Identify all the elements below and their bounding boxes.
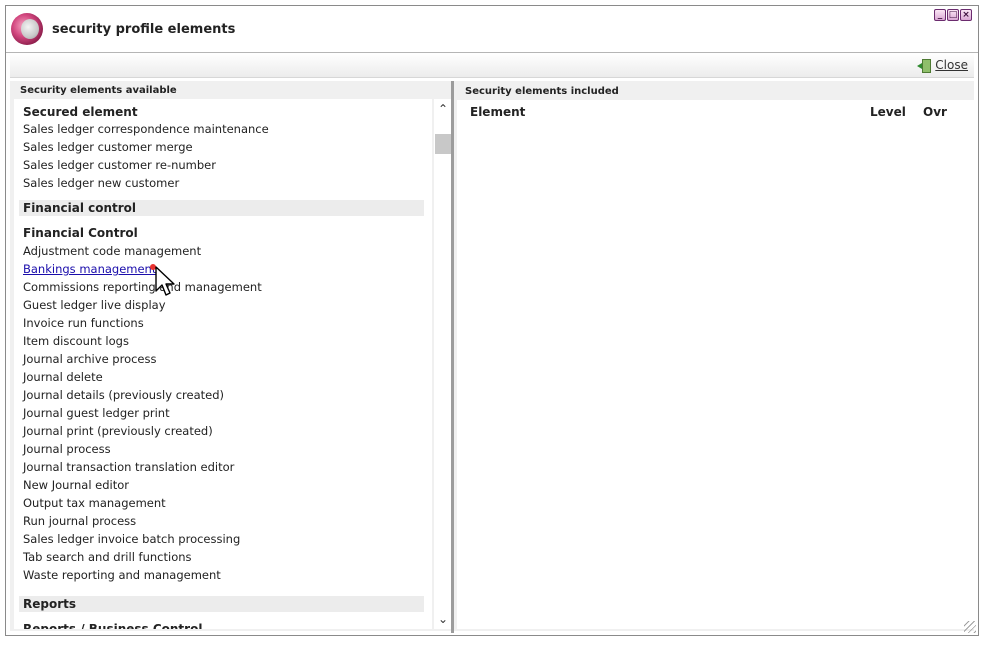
close-button-label: Close — [935, 58, 968, 72]
available-elements-pane: Security elements available Secured elem… — [10, 81, 452, 631]
cursor-highlight-dot — [150, 264, 156, 270]
list-item[interactable]: Journal delete — [23, 370, 103, 384]
list-item[interactable]: Sales ledger new customer — [23, 176, 179, 190]
title-bar: security profile elements _ □ × — [6, 6, 978, 53]
toolbar: Close — [10, 53, 974, 78]
list-item[interactable]: Journal guest ledger print — [23, 406, 170, 420]
minimize-icon[interactable]: _ — [934, 9, 946, 21]
list-item[interactable]: Output tax management — [23, 496, 166, 510]
list-item[interactable]: Commissions reporting and management — [23, 280, 262, 294]
group-header-label: Reports — [23, 597, 77, 611]
list-item[interactable]: Waste reporting and management — [23, 568, 221, 582]
list-item[interactable]: Sales ledger customer merge — [23, 140, 193, 154]
resize-grip-icon[interactable] — [964, 621, 976, 633]
column-header-element[interactable]: Element — [470, 105, 525, 119]
group-header: Reports — [19, 596, 424, 612]
list-item[interactable]: Invoice run functions — [23, 316, 144, 330]
list-item[interactable]: Sales ledger customer re-number — [23, 158, 216, 172]
close-button[interactable]: Close — [917, 58, 968, 73]
column-header-ovr[interactable]: Ovr — [923, 105, 947, 119]
security-profile-window: security profile elements _ □ × Close Se… — [5, 5, 979, 636]
column-header-level[interactable]: Level — [870, 105, 906, 119]
included-elements-list[interactable]: Element Level Ovr — [457, 100, 974, 629]
list-item[interactable]: Adjustment code management — [23, 244, 201, 258]
scroll-thumb[interactable] — [435, 134, 452, 154]
list-item[interactable]: Journal archive process — [23, 352, 157, 366]
window-title: security profile elements — [52, 22, 236, 37]
section-heading: Reports / Business Control — [23, 622, 203, 629]
close-window-icon[interactable]: × — [960, 9, 972, 21]
exit-door-icon — [917, 58, 932, 73]
list-item[interactable]: Sales ledger correspondence maintenance — [23, 122, 269, 136]
list-item[interactable]: Guest ledger live display — [23, 298, 166, 312]
available-elements-list[interactable]: Secured element Sales ledger corresponden… — [14, 99, 432, 629]
scroll-up-icon[interactable]: ⌃ — [437, 103, 449, 115]
maximize-icon[interactable]: □ — [947, 9, 959, 21]
section-heading: Financial Control — [23, 226, 138, 240]
section-heading: Secured element — [23, 105, 138, 119]
list-item[interactable]: Journal details (previously created) — [23, 388, 224, 402]
available-elements-header: Security elements available — [20, 85, 177, 96]
group-header-label: Financial control — [23, 201, 137, 215]
list-item[interactable]: Journal transaction translation editor — [23, 460, 234, 474]
list-item[interactable]: Sales ledger invoice batch processing — [23, 532, 240, 546]
list-item[interactable]: Tab search and drill functions — [23, 550, 192, 564]
list-item[interactable]: New Journal editor — [23, 478, 129, 492]
list-item[interactable]: Journal print (previously created) — [23, 424, 213, 438]
group-header: Financial control — [19, 200, 424, 216]
list-item[interactable]: Run journal process — [23, 514, 136, 528]
vertical-scrollbar[interactable]: ⌃ ⌄ — [434, 99, 452, 629]
window-controls: _ □ × — [934, 9, 972, 21]
list-item[interactable]: Bankings management — [23, 262, 156, 276]
list-item[interactable]: Item discount logs — [23, 334, 129, 348]
scroll-down-icon[interactable]: ⌄ — [437, 613, 449, 625]
list-item[interactable]: Journal process — [23, 442, 111, 456]
included-elements-pane: Security elements included Element Level… — [454, 81, 974, 631]
included-elements-header: Security elements included — [465, 86, 619, 97]
app-logo-icon — [11, 13, 43, 45]
